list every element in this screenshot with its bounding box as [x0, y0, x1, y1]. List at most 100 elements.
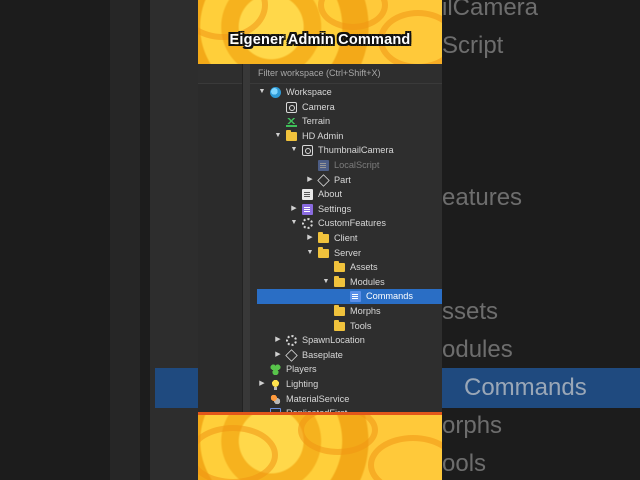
tree-item-label: MaterialService — [286, 393, 350, 404]
tree-item[interactable]: Commands — [257, 289, 442, 304]
tree-item[interactable]: ▼ Modules — [250, 275, 442, 290]
tree-item[interactable]: ▶ SpawnLocation — [250, 333, 442, 348]
background-text: eatures — [442, 184, 523, 211]
tree-item-label: HD Admin — [302, 130, 344, 141]
tree-item-label: Modules — [350, 276, 385, 287]
banner-swirl — [198, 425, 278, 480]
players-icon — [270, 364, 281, 376]
tree-item[interactable]: ▼ CustomFeatures — [250, 216, 442, 231]
settings-script-icon — [302, 203, 313, 215]
banner-swirl — [368, 435, 442, 480]
folder-icon — [334, 275, 345, 287]
globe-icon — [270, 87, 281, 98]
banner-swirl — [318, 0, 388, 30]
expand-arrow-down-icon[interactable]: ▼ — [258, 85, 266, 100]
tree-item[interactable]: ▶ Settings — [250, 202, 442, 217]
background-right: ilCamera Script eatures ssets odules Com… — [442, 0, 640, 480]
tree-item-label: About — [318, 189, 343, 200]
camera-icon — [286, 101, 297, 113]
folder-icon — [318, 232, 329, 243]
folder-icon — [334, 305, 345, 316]
expand-arrow-down-icon[interactable]: ▼ — [306, 246, 314, 261]
tree-item[interactable]: Tools — [250, 319, 442, 334]
tree-item-label: Camera — [302, 101, 335, 112]
tree-item[interactable]: ▶ Client — [250, 231, 442, 246]
background-strip — [150, 0, 198, 480]
background-text: ools — [442, 450, 487, 477]
tree-item[interactable]: ▼ HD Admin — [250, 129, 442, 144]
tree-item-label: Tools — [350, 320, 372, 331]
left-pane — [198, 84, 242, 412]
tree-item-label: Server — [334, 247, 362, 258]
tree-item[interactable]: ▼ ThumbnailCamera — [250, 143, 442, 158]
terrain-icon — [286, 116, 297, 128]
tree-item[interactable]: About — [250, 187, 442, 202]
expand-arrow-right-icon[interactable]: ▶ — [274, 348, 282, 363]
tree-item-label: Players — [286, 364, 317, 375]
tree-item-label: Terrain — [302, 116, 331, 127]
expand-arrow-right-icon[interactable]: ▶ — [306, 231, 314, 246]
material-icon — [270, 393, 281, 405]
tree-item-label: Workspace — [286, 87, 332, 97]
tree-item-label: Lighting — [286, 379, 319, 389]
expand-arrow-right-icon[interactable]: ▶ — [258, 377, 266, 392]
background-text: ssets — [442, 298, 499, 325]
pane-divider[interactable] — [242, 64, 250, 412]
tree-item-label: Baseplate — [302, 349, 343, 360]
modulescript-icon — [350, 291, 361, 303]
tree-item[interactable]: LocalScript — [250, 158, 442, 173]
tree-item[interactable]: Morphs — [250, 304, 442, 319]
background-text: Script — [442, 32, 504, 59]
background-text: ilCamera — [442, 0, 539, 21]
localscript-icon — [318, 160, 329, 171]
expand-arrow-down-icon[interactable]: ▼ — [290, 216, 298, 231]
tree-item[interactable]: Camera — [250, 100, 442, 115]
video-title: Eigener Admin Command — [229, 32, 411, 48]
background-left — [0, 0, 198, 480]
tree-item-label: LocalScript — [334, 160, 380, 170]
tree-item-label: Part — [334, 174, 351, 185]
background-text: odules — [442, 336, 513, 363]
explorer-tree: ▼ Workspace Camera Terrain ▼ HD Admin ▼ Thumbna… — [250, 84, 442, 412]
background-text: Commands — [464, 374, 587, 401]
tree-item[interactable]: ▶ Baseplate — [250, 348, 442, 363]
tree-item-label: SpawnLocation — [302, 335, 365, 346]
tree-item[interactable]: ▶ Part — [250, 173, 442, 188]
camera-icon — [302, 145, 313, 157]
tree-item-label: ThumbnailCamera — [318, 145, 394, 156]
document-icon — [302, 189, 313, 201]
tree-item[interactable]: Players — [250, 362, 442, 377]
folder-icon — [286, 129, 297, 141]
tree-item[interactable]: ▶ Lighting — [250, 377, 442, 392]
tree-item[interactable]: Terrain — [250, 114, 442, 129]
background-text: orphs — [442, 412, 503, 439]
expand-arrow-down-icon[interactable]: ▼ — [322, 275, 330, 290]
explorer-filter-bar: Filter workspace (Ctrl+Shift+X) — [198, 64, 442, 84]
tree-item[interactable]: ▼ Workspace — [250, 85, 442, 100]
tree-item-label: Client — [334, 233, 358, 243]
tree-item-label: Morphs — [350, 306, 381, 316]
folder-icon — [318, 246, 329, 258]
tree-item-label: Commands — [366, 291, 413, 302]
part-icon — [317, 173, 330, 187]
gear-icon — [302, 218, 313, 230]
title-banner: Eigener Admin Command — [198, 0, 442, 70]
expand-arrow-right-icon[interactable]: ▶ — [274, 333, 282, 348]
tree-item[interactable]: MaterialService — [250, 392, 442, 407]
bottom-banner — [198, 412, 442, 480]
tree-item-label: CustomFeatures — [318, 218, 386, 229]
tree-item-label: Settings — [318, 203, 352, 214]
part-icon — [285, 349, 298, 362]
filter-workspace-input[interactable]: Filter workspace (Ctrl+Shift+X) — [258, 65, 442, 81]
expand-arrow-right-icon[interactable]: ▶ — [306, 173, 314, 188]
expand-arrow-right-icon[interactable]: ▶ — [290, 202, 298, 217]
video-frame: Eigener Admin Command Filter workspace (… — [198, 0, 442, 480]
tree-item[interactable]: ▼ Server — [250, 246, 442, 261]
folder-icon — [334, 319, 345, 331]
background-strip — [110, 0, 140, 480]
expand-arrow-down-icon[interactable]: ▼ — [290, 143, 298, 158]
expand-arrow-down-icon[interactable]: ▼ — [274, 129, 282, 144]
background-selection-highlight — [155, 368, 198, 408]
gear-icon — [286, 335, 297, 347]
tree-item[interactable]: Assets — [250, 260, 442, 275]
